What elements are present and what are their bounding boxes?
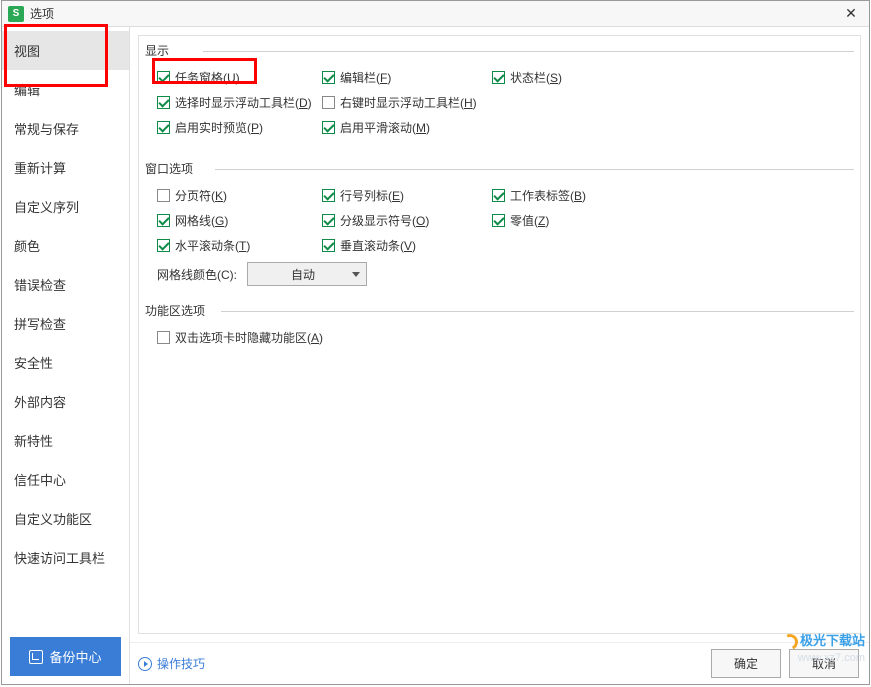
window-cb-5[interactable]: 零值(Z) <box>492 212 549 229</box>
sidebar-item-1[interactable]: 编辑 <box>2 70 129 109</box>
sidebar-item-6[interactable]: 错误检查 <box>2 265 129 304</box>
sidebar-item-9[interactable]: 外部内容 <box>2 382 129 421</box>
checkbox-icon <box>157 214 170 227</box>
chevron-down-icon <box>352 272 360 277</box>
checkbox-label: 水平滚动条(T) <box>175 237 250 254</box>
window-cb-7[interactable]: 垂直滚动条(V) <box>322 237 416 254</box>
display-cb-1[interactable]: 编辑栏(F) <box>322 69 391 86</box>
fieldset-ribbon: 功能区选项 双击选项卡时隐藏功能区(A) <box>145 302 854 359</box>
sidebar-item-0[interactable]: 视图 <box>2 31 129 70</box>
sidebar-item-5[interactable]: 颜色 <box>2 226 129 265</box>
display-cb-2[interactable]: 状态栏(S) <box>492 69 562 86</box>
checkbox-icon <box>157 96 170 109</box>
options-dialog: S 选项 ✕ 视图编辑常规与保存重新计算自定义序列颜色错误检查拼写检查安全性外部… <box>1 0 870 685</box>
cancel-button[interactable]: 取消 <box>789 649 859 678</box>
display-cb-6[interactable]: 启用平滑滚动(M) <box>322 119 430 136</box>
checkbox-label: 选择时显示浮动工具栏(D) <box>175 94 312 111</box>
grid-color-select[interactable]: 自动 <box>247 262 367 286</box>
window-title: 选项 <box>30 5 839 22</box>
checkbox-icon <box>322 121 335 134</box>
fieldset-display: 显示 任务窗格(U) 编辑栏(F) 状态栏(S) 选择时显示浮动工具栏(D) 右键时显示… <box>145 42 854 148</box>
checkbox-label: 双击选项卡时隐藏功能区(A) <box>175 329 323 346</box>
checkbox-icon <box>157 239 170 252</box>
checkbox-label: 行号列标(E) <box>340 187 404 204</box>
checkbox-label: 编辑栏(F) <box>340 69 391 86</box>
checkbox-icon <box>157 71 170 84</box>
grid-color-label: 网格线颜色(C): <box>157 266 237 283</box>
checkbox-label: 垂直滚动条(V) <box>340 237 416 254</box>
sidebar-item-8[interactable]: 安全性 <box>2 343 129 382</box>
checkbox-label: 分级显示符号(O) <box>340 212 429 229</box>
checkbox-icon <box>492 189 505 202</box>
checkbox-icon <box>322 239 335 252</box>
titlebar: S 选项 ✕ <box>2 1 869 27</box>
window-cb-1[interactable]: 行号列标(E) <box>322 187 404 204</box>
checkbox-label: 网格线(G) <box>175 212 228 229</box>
sidebar-item-3[interactable]: 重新计算 <box>2 148 129 187</box>
sidebar-item-11[interactable]: 信任中心 <box>2 460 129 499</box>
checkbox-icon <box>157 189 170 202</box>
checkbox-icon <box>322 189 335 202</box>
checkbox-icon <box>322 96 335 109</box>
checkbox-icon <box>322 71 335 84</box>
checkbox-label: 状态栏(S) <box>510 69 562 86</box>
window-cb-2[interactable]: 工作表标签(B) <box>492 187 586 204</box>
checkbox-label: 启用实时预览(P) <box>175 119 263 136</box>
window-cb-0[interactable]: 分页符(K) <box>157 187 227 204</box>
checkbox-icon <box>157 331 170 344</box>
footer: 操作技巧 确定 取消 <box>130 642 869 684</box>
sidebar-item-12[interactable]: 自定义功能区 <box>2 499 129 538</box>
display-cb-0[interactable]: 任务窗格(U) <box>157 69 240 86</box>
play-icon <box>138 657 152 671</box>
options-panel: 显示 任务窗格(U) 编辑栏(F) 状态栏(S) 选择时显示浮动工具栏(D) 右键时显示… <box>138 35 861 634</box>
app-icon: S <box>8 6 24 22</box>
tips-label: 操作技巧 <box>157 655 205 672</box>
checkbox-label: 任务窗格(U) <box>175 69 240 86</box>
sidebar-item-10[interactable]: 新特性 <box>2 421 129 460</box>
checkbox-label: 右键时显示浮动工具栏(H) <box>340 94 477 111</box>
tips-link[interactable]: 操作技巧 <box>138 655 205 672</box>
close-icon[interactable]: ✕ <box>839 4 863 24</box>
checkbox-icon <box>492 71 505 84</box>
grid-color-value: 自动 <box>254 266 352 283</box>
window-cb-6[interactable]: 水平滚动条(T) <box>157 237 250 254</box>
legend-window-options: 窗口选项 <box>145 160 854 177</box>
checkbox-label: 零值(Z) <box>510 212 549 229</box>
checkbox-label: 工作表标签(B) <box>510 187 586 204</box>
display-cb-4[interactable]: 右键时显示浮动工具栏(H) <box>322 94 477 111</box>
checkbox-icon <box>157 121 170 134</box>
window-cb-3[interactable]: 网格线(G) <box>157 212 228 229</box>
sidebar-item-4[interactable]: 自定义序列 <box>2 187 129 226</box>
backup-center-button[interactable]: 备份中心 <box>10 637 121 676</box>
backup-icon <box>29 650 43 664</box>
checkbox-icon <box>322 214 335 227</box>
sidebar-item-2[interactable]: 常规与保存 <box>2 109 129 148</box>
content: 视图编辑常规与保存重新计算自定义序列颜色错误检查拼写检查安全性外部内容新特性信任… <box>2 27 869 684</box>
main: 显示 任务窗格(U) 编辑栏(F) 状态栏(S) 选择时显示浮动工具栏(D) 右键时显示… <box>130 27 869 684</box>
sidebar: 视图编辑常规与保存重新计算自定义序列颜色错误检查拼写检查安全性外部内容新特性信任… <box>2 27 130 684</box>
display-cb-3[interactable]: 选择时显示浮动工具栏(D) <box>157 94 312 111</box>
fieldset-window-options: 窗口选项 分页符(K) 行号列标(E) 工作表标签(B) 网格线(G) 分级显示符号(O… <box>145 160 854 290</box>
checkbox-icon <box>492 214 505 227</box>
ok-button[interactable]: 确定 <box>711 649 781 678</box>
window-cb-4[interactable]: 分级显示符号(O) <box>322 212 429 229</box>
display-cb-5[interactable]: 启用实时预览(P) <box>157 119 263 136</box>
ribbon-cb-0[interactable]: 双击选项卡时隐藏功能区(A) <box>157 329 323 346</box>
backup-label: 备份中心 <box>49 647 101 666</box>
legend-ribbon: 功能区选项 <box>145 302 854 319</box>
checkbox-label: 启用平滑滚动(M) <box>340 119 430 136</box>
legend-display: 显示 <box>145 42 854 59</box>
sidebar-item-7[interactable]: 拼写检查 <box>2 304 129 343</box>
sidebar-item-13[interactable]: 快速访问工具栏 <box>2 538 129 577</box>
checkbox-label: 分页符(K) <box>175 187 227 204</box>
